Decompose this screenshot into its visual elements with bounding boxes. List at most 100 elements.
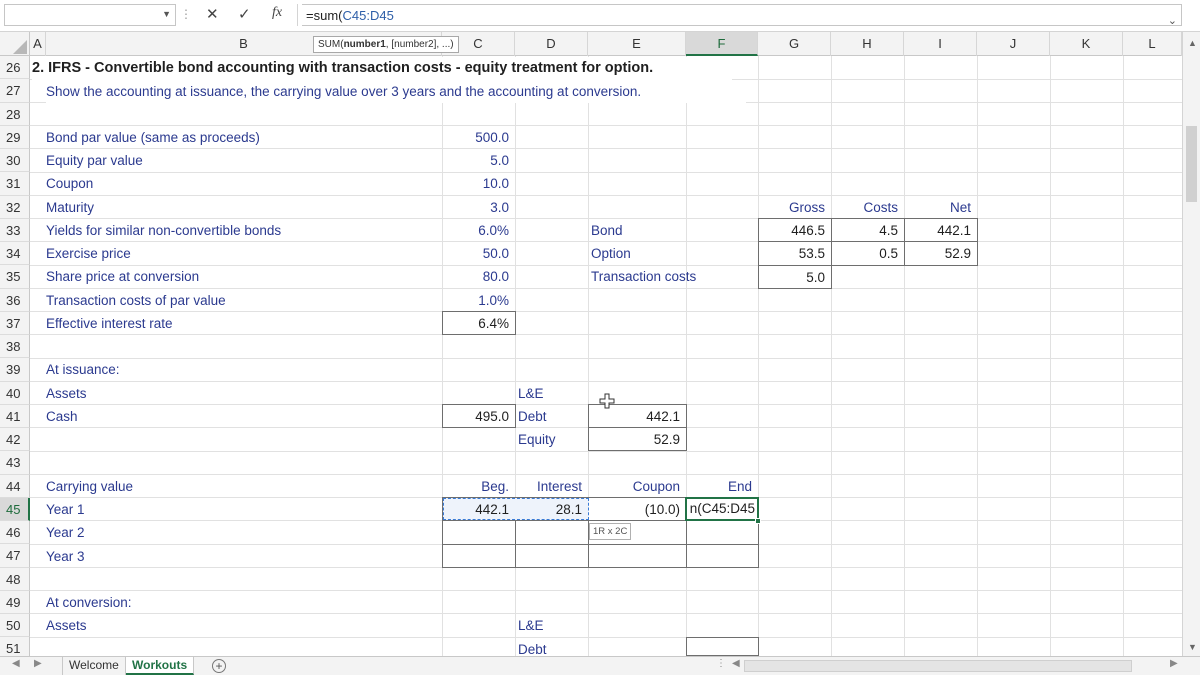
input-label-share-price[interactable]: Share price at conversion	[46, 265, 442, 288]
row-header-46[interactable]: 46	[0, 521, 30, 545]
row-header-47[interactable]: 47	[0, 544, 30, 568]
sheet-subtitle[interactable]: Show the accounting at issuance, the car…	[46, 80, 746, 104]
input-value-coupon[interactable]: 10.0	[442, 172, 515, 195]
column-header-E[interactable]: E	[588, 32, 686, 56]
split-header-net[interactable]: Net	[904, 196, 977, 219]
sheet-title[interactable]: 2. IFRS - Convertible bond accounting wi…	[32, 57, 732, 81]
row-header-48[interactable]: 48	[0, 567, 30, 591]
row-header-32[interactable]: 32	[0, 195, 30, 219]
carrying-year1-beg[interactable]: 442.1	[442, 498, 515, 521]
hscroll-left-icon[interactable]: ◀	[732, 658, 740, 669]
input-label-maturity[interactable]: Maturity	[46, 196, 442, 219]
row-header-38[interactable]: 38	[0, 335, 30, 359]
conversion-assets[interactable]: Assets	[46, 614, 246, 637]
row-header-26[interactable]: 26	[0, 56, 30, 80]
issuance-le[interactable]: L&E	[518, 382, 588, 405]
carrying-heading[interactable]: Carrying value	[46, 475, 246, 498]
row-header-43[interactable]: 43	[0, 451, 30, 475]
row-header-34[interactable]: 34	[0, 242, 30, 266]
input-value-share-price[interactable]: 80.0	[442, 265, 515, 288]
more-options-icon[interactable]: ⋮	[180, 7, 192, 21]
tab-next-icon[interactable]: ▶	[34, 658, 42, 669]
carrying-header-interest[interactable]: Interest	[515, 475, 588, 498]
issuance-equity-label[interactable]: Equity	[518, 428, 588, 451]
input-label-bond-par[interactable]: Bond par value (same as proceeds)	[46, 126, 442, 149]
row-header-50[interactable]: 50	[0, 614, 30, 638]
issuance-assets[interactable]: Assets	[46, 382, 246, 405]
column-header-J[interactable]: J	[977, 32, 1050, 56]
issuance-cash-label[interactable]: Cash	[46, 405, 246, 428]
insert-function-icon[interactable]: fx	[272, 5, 282, 21]
active-cell-F45[interactable]: n(C45:D45	[685, 497, 759, 521]
input-value-maturity[interactable]: 3.0	[442, 196, 515, 219]
carrying-header-end[interactable]: End	[686, 475, 758, 498]
split-costs-gross[interactable]: 5.0	[758, 265, 832, 289]
input-value-bond-par[interactable]: 500.0	[442, 126, 515, 149]
column-header-F[interactable]: F	[686, 32, 758, 56]
split-option-gross[interactable]: 53.5	[758, 241, 832, 266]
split-bond-gross[interactable]: 446.5	[758, 218, 832, 242]
split-option-net[interactable]: 52.9	[904, 241, 978, 266]
hscroll-right-icon[interactable]: ▶	[1170, 658, 1178, 669]
input-value-yields[interactable]: 6.0%	[442, 219, 515, 242]
split-option-costs[interactable]: 0.5	[831, 241, 905, 266]
input-label-coupon[interactable]: Coupon	[46, 172, 442, 195]
row-header-35[interactable]: 35	[0, 265, 30, 289]
column-header-H[interactable]: H	[831, 32, 904, 56]
column-header-G[interactable]: G	[758, 32, 831, 56]
fill-handle[interactable]	[755, 518, 761, 524]
input-value-transaction-costs[interactable]: 1.0%	[442, 289, 515, 312]
issuance-equity-value[interactable]: 52.9	[588, 427, 687, 451]
tab-workouts[interactable]: Workouts	[126, 657, 195, 675]
input-value-eir[interactable]: 6.4%	[442, 311, 516, 335]
split-bond-net[interactable]: 442.1	[904, 218, 978, 242]
horizontal-scrollbar[interactable]	[744, 660, 1132, 672]
vertical-scrollbar[interactable]: ▲ ▼	[1182, 32, 1200, 656]
input-label-transaction-costs[interactable]: Transaction costs of par value	[46, 289, 442, 312]
input-label-eir[interactable]: Effective interest rate	[46, 312, 442, 335]
row-header-28[interactable]: 28	[0, 102, 30, 126]
row-header-30[interactable]: 30	[0, 149, 30, 173]
name-box[interactable]: ▼	[4, 4, 176, 26]
conversion-le[interactable]: L&E	[518, 614, 588, 637]
row-header-33[interactable]: 33	[0, 218, 30, 242]
input-label-exercise-price[interactable]: Exercise price	[46, 242, 442, 265]
carrying-year2-label[interactable]: Year 2	[46, 521, 246, 544]
add-sheet-icon[interactable]: +	[212, 659, 226, 673]
split-bond-costs[interactable]: 4.5	[831, 218, 905, 242]
row-header-49[interactable]: 49	[0, 590, 30, 614]
split-label-transaction-costs[interactable]: Transaction costs	[591, 265, 751, 288]
vertical-scroll-thumb[interactable]	[1186, 126, 1197, 202]
carrying-year1-label[interactable]: Year 1	[46, 498, 246, 521]
column-header-L[interactable]: L	[1123, 32, 1182, 56]
split-header-costs[interactable]: Costs	[831, 196, 904, 219]
row-header-37[interactable]: 37	[0, 311, 30, 335]
carrying-year1-interest[interactable]: 28.1	[515, 498, 588, 521]
row-header-36[interactable]: 36	[0, 288, 30, 312]
input-value-equity-par[interactable]: 5.0	[442, 149, 515, 172]
carrying-header-coupon[interactable]: Coupon	[588, 475, 686, 498]
row-header-39[interactable]: 39	[0, 358, 30, 382]
column-header-D[interactable]: D	[515, 32, 588, 56]
input-label-yields[interactable]: Yields for similar non-convertible bonds	[46, 219, 442, 242]
split-label-bond[interactable]: Bond	[591, 219, 711, 242]
carrying-header-beg[interactable]: Beg.	[442, 475, 515, 498]
row-header-40[interactable]: 40	[0, 381, 30, 405]
select-all-button[interactable]	[0, 32, 30, 56]
column-header-K[interactable]: K	[1050, 32, 1123, 56]
row-header-41[interactable]: 41	[0, 404, 30, 428]
formula-input[interactable]: =sum(C45:D45 ⌄	[302, 4, 1182, 27]
conversion-heading[interactable]: At conversion:	[46, 591, 246, 614]
split-label-option[interactable]: Option	[591, 242, 711, 265]
scroll-down-icon[interactable]: ▼	[1188, 642, 1197, 652]
tab-split-handle-icon[interactable]: ⋮	[716, 658, 726, 669]
issuance-heading[interactable]: At issuance:	[46, 358, 246, 381]
conversion-debt-value[interactable]	[686, 637, 759, 656]
enter-icon[interactable]: ✓	[238, 5, 251, 23]
expand-formula-bar-icon[interactable]: ⌄	[1168, 14, 1177, 27]
column-header-I[interactable]: I	[904, 32, 977, 56]
carrying-year1-coupon[interactable]: (10.0)	[588, 498, 686, 521]
issuance-debt-label[interactable]: Debt	[518, 405, 588, 428]
row-header-42[interactable]: 42	[0, 428, 30, 452]
input-value-exercise-price[interactable]: 50.0	[442, 242, 515, 265]
